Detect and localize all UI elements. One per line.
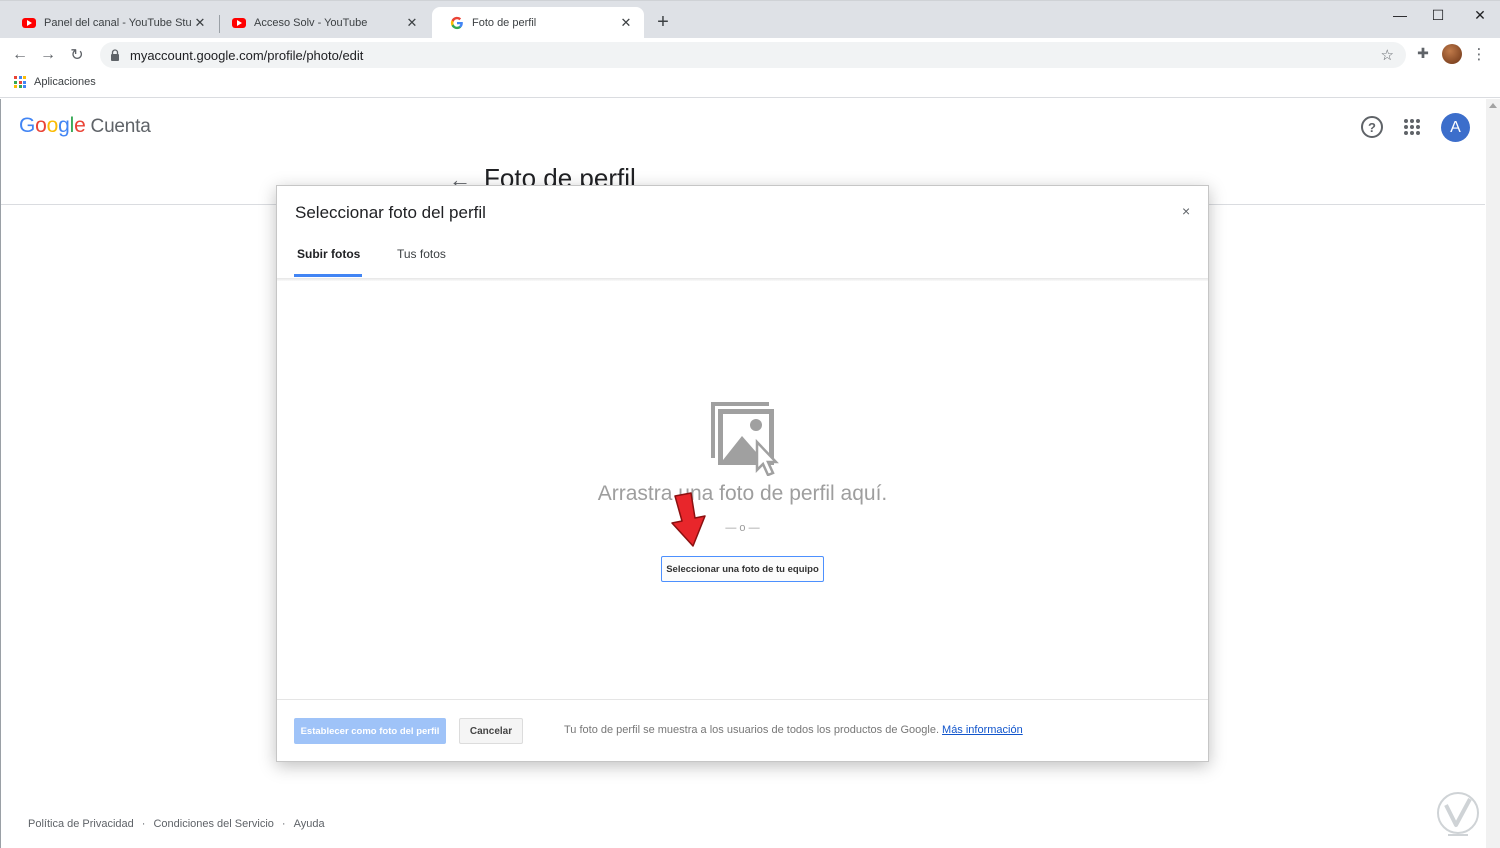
profile-photo-info: Tu foto de perfil se muestra a los usuar…: [564, 724, 1023, 736]
tab-title: Foto de perfil: [472, 17, 537, 29]
tab-title: Panel del canal - YouTube Studio: [44, 17, 192, 29]
url-text: myaccount.google.com/profile/photo/edit: [130, 47, 364, 63]
bookmarks-bar: Aplicaciones: [0, 72, 1500, 98]
tab-upload-photos[interactable]: Subir fotos: [297, 247, 360, 261]
back-icon[interactable]: ←: [9, 44, 31, 66]
help-icon[interactable]: ?: [1361, 116, 1383, 138]
google-g-icon: [450, 16, 463, 30]
page-scrollbar[interactable]: [1486, 99, 1500, 848]
tabs-divider: [277, 278, 1208, 281]
footer-separator: ·: [141, 818, 146, 830]
watermark-logo: [1437, 792, 1479, 836]
minimize-icon[interactable]: —: [1388, 5, 1412, 25]
bookmark-apps-label[interactable]: Aplicaciones: [34, 76, 96, 88]
window-close-icon[interactable]: ✕: [1468, 5, 1492, 25]
page-footer: Política de Privacidad · Condiciones del…: [28, 818, 325, 830]
close-icon[interactable]: ✕: [618, 15, 634, 31]
close-icon[interactable]: ✕: [404, 15, 420, 31]
address-bar[interactable]: myaccount.google.com/profile/photo/edit …: [100, 42, 1406, 68]
footer-separator: ·: [281, 818, 286, 830]
drag-photo-icon: [711, 402, 779, 476]
apps-grid-icon[interactable]: [14, 76, 26, 88]
red-pointer-arrow-icon: [671, 492, 706, 547]
forward-icon[interactable]: →: [37, 44, 59, 66]
lock-icon: [111, 49, 119, 61]
cancel-button[interactable]: Cancelar: [459, 718, 523, 744]
drop-zone-text: Arrastra una foto de perfil aquí.: [597, 482, 888, 505]
footer-link-terms[interactable]: Condiciones del Servicio: [153, 818, 273, 830]
more-info-link[interactable]: Más información: [942, 724, 1023, 736]
select-profile-photo-dialog: Seleccionar foto del perfil × Subir foto…: [276, 185, 1209, 762]
bookmark-star-icon[interactable]: ☆: [1381, 46, 1394, 64]
dialog-title: Seleccionar foto del perfil: [295, 203, 486, 222]
browser-profile-avatar[interactable]: [1442, 44, 1462, 64]
logo-product-label: Cuenta: [90, 116, 151, 137]
dialog-close-icon[interactable]: ×: [1182, 203, 1190, 219]
extensions-puzzle-icon[interactable]: ✚: [1414, 44, 1432, 62]
google-apps-icon[interactable]: [1404, 119, 1420, 135]
new-tab-button[interactable]: +: [652, 11, 674, 33]
tab-your-photos[interactable]: Tus fotos: [397, 247, 446, 261]
footer-link-privacy[interactable]: Política de Privacidad: [28, 818, 134, 830]
footer-link-help[interactable]: Ayuda: [294, 818, 325, 830]
tab-youtube-studio[interactable]: Panel del canal - YouTube Studio ✕: [4, 7, 218, 39]
reload-icon[interactable]: ↻: [66, 44, 88, 66]
maximize-icon[interactable]: ☐: [1426, 5, 1450, 25]
google-cuenta-logo[interactable]: Google Cuenta: [19, 114, 151, 138]
set-as-profile-photo-button[interactable]: Establecer como foto del perfil: [294, 718, 446, 744]
google-logo-text: Google: [19, 114, 86, 137]
or-separator: — o —: [725, 522, 760, 534]
account-avatar[interactable]: A: [1441, 113, 1470, 142]
close-icon[interactable]: ✕: [192, 15, 208, 31]
info-text: Tu foto de perfil se muestra a los usuar…: [564, 724, 940, 736]
browser-toolbar: ← → ↻ myaccount.google.com/profile/photo…: [0, 38, 1500, 72]
tab-foto-de-perfil[interactable]: Foto de perfil ✕: [432, 7, 644, 39]
active-tab-indicator: [294, 274, 362, 277]
youtube-icon: [232, 18, 246, 28]
select-photo-from-computer-button[interactable]: Seleccionar una foto de tu equipo: [661, 556, 824, 582]
browser-tabstrip: Panel del canal - YouTube Studio ✕ Acces…: [0, 0, 1500, 39]
tab-title: Acceso Solv - YouTube: [254, 17, 368, 29]
youtube-icon: [22, 18, 36, 28]
dialog-footer-divider: [277, 699, 1208, 700]
tab-acceso-solv[interactable]: Acceso Solv - YouTube ✕: [214, 7, 430, 39]
browser-menu-icon[interactable]: ⋮: [1472, 44, 1487, 64]
